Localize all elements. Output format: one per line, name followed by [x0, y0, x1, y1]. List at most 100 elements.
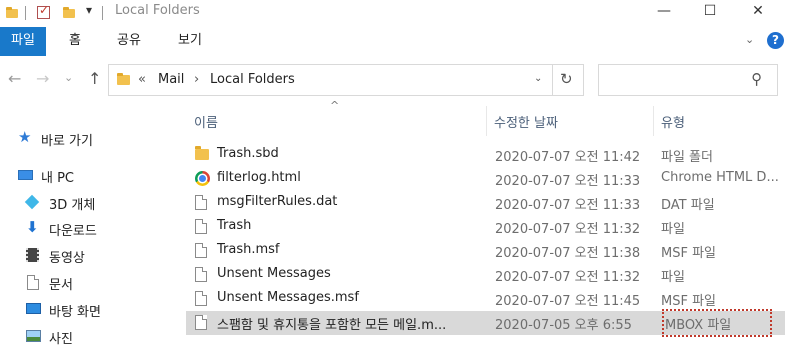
- document-icon: [27, 275, 39, 290]
- file-date: 2020-07-07 오전 11:32: [495, 222, 641, 237]
- file-name: filterlog.html: [217, 170, 301, 185]
- file-row[interactable]: Trash.sbd 2020-07-07 오전 11:42 파일 폴더: [186, 143, 785, 167]
- file-date: 2020-07-07 오전 11:33: [495, 174, 641, 189]
- column-header-type[interactable]: 유형: [661, 112, 685, 131]
- tab-share[interactable]: 공유: [117, 27, 141, 56]
- up-button[interactable]: ↑: [88, 69, 101, 88]
- file-date: 2020-07-07 오전 11:45: [495, 294, 641, 309]
- nav-item-desktop[interactable]: 바탕 화면: [0, 297, 172, 321]
- title-bar: ✓ ▾ Local Folders — ☐ ✕: [0, 0, 785, 26]
- folder-icon: [117, 73, 130, 85]
- address-dropdown-icon[interactable]: ⌄: [534, 73, 542, 84]
- nav-item-label: 내 PC: [41, 171, 75, 186]
- computer-icon: [18, 170, 33, 180]
- file-list: ^ 이름 수정한 날짜 유형 Trash.sbd 2020-07-07 오전 1…: [172, 99, 785, 353]
- expand-ribbon-icon[interactable]: ⌄: [745, 33, 754, 46]
- column-divider[interactable]: [486, 106, 487, 136]
- refresh-button[interactable]: ↻: [560, 70, 573, 88]
- file-icon: [195, 291, 207, 306]
- nav-item-label: 문서: [49, 278, 73, 293]
- ribbon-tabs: 파일 홈 공유 보기 ⌄ ?: [0, 26, 785, 57]
- tab-file[interactable]: 파일: [0, 27, 46, 56]
- breadcrumb-mail[interactable]: Mail: [158, 72, 184, 87]
- column-divider[interactable]: [653, 106, 654, 136]
- film-icon: [26, 248, 39, 262]
- navigation-bar: ← → ⌄ ↑ « Mail › Local Folders ⌄ ↻ ⚲: [0, 56, 785, 102]
- file-name: 스팸함 및 휴지통을 포함한 모든 메일.m...: [217, 318, 447, 333]
- close-button[interactable]: ✕: [735, 0, 781, 24]
- nav-item-pictures[interactable]: 사진: [0, 324, 172, 348]
- breadcrumb-local-folders[interactable]: Local Folders: [210, 72, 295, 87]
- nav-item-label: 동영상: [49, 251, 85, 266]
- tab-view[interactable]: 보기: [178, 27, 202, 56]
- navigation-pane: ★ 바로 가기 내 PC 3D 개체 ⬇ 다운로드 동영상 문서 바탕 화면 사…: [0, 102, 172, 353]
- file-date: 2020-07-07 오전 11:33: [495, 198, 641, 213]
- file-name: Trash.sbd: [217, 146, 279, 161]
- address-bar[interactable]: « Mail › Local Folders ⌄ ↻: [108, 64, 584, 96]
- file-type: MSF 파일: [661, 294, 716, 309]
- divider: [552, 65, 553, 95]
- help-icon[interactable]: ?: [767, 32, 784, 49]
- tab-home[interactable]: 홈: [69, 27, 81, 56]
- nav-item-documents[interactable]: 문서: [0, 270, 172, 294]
- back-button[interactable]: ←: [8, 69, 21, 88]
- window-title: Local Folders: [115, 3, 200, 18]
- properties-check-icon[interactable]: ✓: [37, 3, 50, 19]
- file-icon: [195, 219, 207, 234]
- highlight-box: [662, 309, 772, 337]
- column-header-name[interactable]: 이름: [194, 112, 218, 131]
- file-name: Unsent Messages.msf: [217, 290, 359, 305]
- nav-item-label: 바탕 화면: [49, 305, 101, 320]
- picture-icon: [26, 330, 41, 342]
- file-row-selected[interactable]: 스팸함 및 휴지통을 포함한 모든 메일.m... 2020-07-05 오후 …: [186, 309, 785, 337]
- maximize-button[interactable]: ☐: [687, 0, 733, 24]
- breadcrumb-overflow[interactable]: «: [138, 72, 146, 87]
- file-name: Trash.msf: [217, 242, 280, 257]
- file-date: 2020-07-07 오전 11:42: [495, 150, 641, 165]
- file-icon: [195, 315, 207, 330]
- file-row[interactable]: Unsent Messages 2020-07-07 오전 11:32 파일: [186, 263, 785, 287]
- file-type: 파일: [661, 222, 685, 237]
- file-date: 2020-07-07 오전 11:32: [495, 270, 641, 285]
- search-icon: ⚲: [751, 70, 762, 88]
- file-icon: [195, 267, 207, 282]
- nav-item-label: 3D 개체: [49, 198, 96, 213]
- customize-toolbar-icon[interactable]: ▾: [86, 3, 92, 17]
- nav-item-label: 다운로드: [49, 224, 97, 239]
- file-type: MSF 파일: [661, 246, 716, 261]
- file-name: msgFilterRules.dat: [217, 194, 338, 209]
- folder-icon: [195, 146, 209, 160]
- chrome-icon: [195, 171, 210, 186]
- nav-item-label: 바로 가기: [41, 134, 93, 149]
- nav-item-label: 사진: [49, 332, 73, 347]
- download-icon: ⬇: [26, 218, 39, 236]
- file-date: 2020-07-07 오전 11:38: [495, 246, 641, 261]
- search-input[interactable]: ⚲: [598, 64, 778, 96]
- forward-button[interactable]: →: [36, 69, 49, 88]
- file-type: DAT 파일: [661, 198, 715, 213]
- desktop-icon: [26, 303, 41, 314]
- minimize-button[interactable]: —: [641, 0, 687, 24]
- file-row[interactable]: Trash 2020-07-07 오전 11:32 파일: [186, 215, 785, 239]
- nav-item-quick-access[interactable]: ★ 바로 가기: [0, 126, 172, 150]
- file-type: 파일: [661, 270, 685, 285]
- sort-ascending-icon: ^: [330, 99, 340, 112]
- file-row[interactable]: Unsent Messages.msf 2020-07-07 오전 11:45 …: [186, 287, 785, 311]
- breadcrumb-separator[interactable]: ›: [194, 72, 199, 87]
- nav-item-3d-objects[interactable]: 3D 개체: [0, 190, 172, 214]
- file-type: Chrome HTML D...: [661, 170, 779, 185]
- nav-item-this-pc[interactable]: 내 PC: [0, 163, 172, 187]
- file-date: 2020-07-05 오후 6:55: [495, 318, 632, 333]
- folder-icon[interactable]: [6, 7, 18, 18]
- file-name: Unsent Messages: [217, 266, 331, 281]
- new-folder-icon[interactable]: [63, 7, 75, 18]
- file-row[interactable]: filterlog.html 2020-07-07 오전 11:33 Chrom…: [186, 167, 785, 191]
- recent-locations-button[interactable]: ⌄: [64, 71, 73, 84]
- file-row[interactable]: msgFilterRules.dat 2020-07-07 오전 11:33 D…: [186, 191, 785, 215]
- file-row[interactable]: Trash.msf 2020-07-07 오전 11:38 MSF 파일: [186, 239, 785, 263]
- file-name: Trash: [217, 218, 252, 233]
- star-icon: ★: [18, 128, 32, 146]
- nav-item-videos[interactable]: 동영상: [0, 243, 172, 267]
- nav-item-downloads[interactable]: ⬇ 다운로드: [0, 216, 172, 240]
- column-header-date[interactable]: 수정한 날짜: [494, 112, 558, 131]
